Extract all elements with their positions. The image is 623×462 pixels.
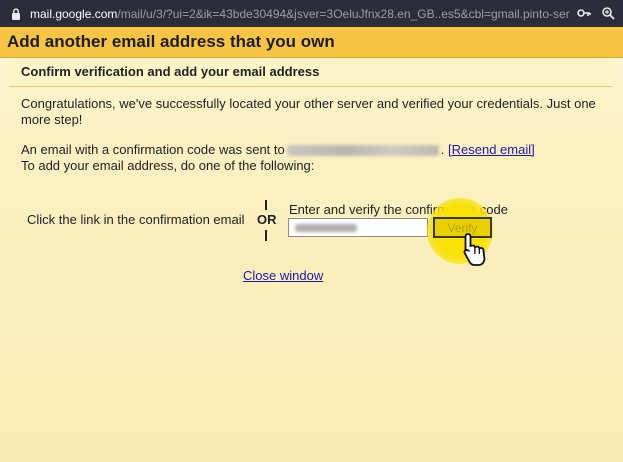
sent-notice: An email with a confirmation code was se… (21, 142, 601, 174)
congrats-text: Congratulations, we've successfully loca… (21, 96, 596, 127)
instruction-text: To add your email address, do one of the… (21, 158, 315, 173)
redacted-email (286, 145, 439, 157)
browser-address-bar[interactable]: mail.google.com/mail/u/3/?ui=2&ik=43bde3… (0, 0, 623, 27)
sent-prefix: An email with a confirmation code was se… (21, 142, 285, 157)
option-click-link-text: Click the link in the confirmation email (27, 212, 245, 227)
confirmation-code-input[interactable] (288, 218, 428, 237)
close-window-link[interactable]: Close window (243, 268, 323, 283)
lock-icon (11, 7, 21, 20)
redacted-code (295, 224, 357, 232)
url-text[interactable]: mail.google.com/mail/u/3/?ui=2&ik=43bde3… (30, 7, 570, 21)
zoom-icon[interactable] (601, 6, 615, 23)
or-divider-bottom (265, 230, 267, 241)
dialog-title: Add another email address that you own (7, 32, 335, 51)
dialog-body: Confirm verification and add your email … (0, 58, 623, 462)
dialog-subheader: Confirm verification and add your email … (9, 58, 612, 87)
url-host: mail.google.com (30, 6, 118, 21)
dialog-title-bar: Add another email address that you own (0, 27, 623, 58)
sent-suffix: . (440, 142, 445, 157)
or-label: OR (257, 212, 277, 227)
url-path: /mail/u/3/?ui=2&ik=43bde30494&jsver=3Oel… (117, 6, 570, 21)
or-divider-top (265, 200, 267, 210)
mouse-cursor-icon (462, 232, 488, 273)
resend-email-link[interactable]: [Resend email] (448, 142, 535, 157)
key-icon[interactable] (577, 7, 591, 22)
subheader-text: Confirm verification and add your email … (21, 64, 320, 79)
